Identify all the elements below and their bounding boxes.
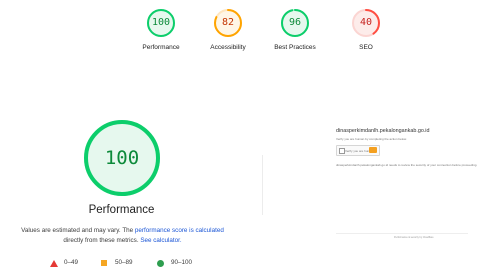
screenshot-description: dinasperkimdanlh.pekalongankab.go.id nee…	[336, 163, 478, 167]
gauge-best-practices[interactable]: 96 Best Practices	[265, 8, 325, 51]
gauge-accessibility[interactable]: 82 Accessibility	[198, 8, 258, 51]
final-screenshot[interactable]: dinasperkimdanlh.pekalongankab.go.id Ver…	[336, 128, 478, 248]
gauge-label: Best Practices	[274, 44, 316, 51]
screenshot-divider	[336, 233, 468, 234]
screenshot-host: dinasperkimdanlh.pekalongankab.go.id	[336, 128, 430, 134]
gauge-ring: 40	[351, 8, 381, 38]
screenshot-footer: Performance & security by Cloudflare	[394, 236, 434, 239]
note-text-2: directly from these metrics.	[63, 237, 141, 244]
gauge-score: 96	[288, 17, 302, 28]
gauge-label: Accessibility	[210, 44, 246, 51]
note-text: Values are estimated and may vary. The	[21, 227, 135, 234]
score-calculation-link[interactable]: performance score is calculated	[135, 227, 224, 234]
screenshot-verify-text: Verify you are human by completing the a…	[336, 137, 407, 141]
gauge-ring: 96	[280, 8, 310, 38]
legend-range: 90–100	[171, 259, 193, 266]
gauge-performance[interactable]: 100 Performance	[131, 8, 191, 51]
gauge-ring: 82	[213, 8, 243, 38]
circle-icon	[157, 260, 164, 267]
legend-range: 0–49	[64, 259, 79, 266]
section-divider	[262, 155, 263, 215]
metrics-note: Values are estimated and may vary. The p…	[0, 226, 245, 246]
cloudflare-logo-icon	[369, 147, 377, 153]
captcha-widget: Verify you are human	[336, 145, 380, 156]
performance-title: Performance	[88, 204, 155, 216]
gauge-score: 82	[221, 17, 235, 28]
category-gauges: 100 Performance 82 Accessibility 96 Best…	[0, 0, 487, 60]
gauge-score: 40	[359, 17, 373, 28]
triangle-icon	[50, 260, 58, 267]
gauge-ring: 100	[146, 8, 176, 38]
gauge-seo[interactable]: 40 SEO	[336, 8, 396, 51]
performance-score: 100	[104, 147, 140, 169]
legend-range: 50–89	[115, 259, 133, 266]
performance-gauge-large: 100	[82, 118, 162, 198]
gauge-label: SEO	[359, 44, 373, 51]
square-icon	[101, 260, 107, 266]
gauge-score: 100	[151, 17, 171, 28]
see-calculator-link[interactable]: See calculator.	[140, 237, 181, 244]
gauge-label: Performance	[142, 44, 180, 51]
